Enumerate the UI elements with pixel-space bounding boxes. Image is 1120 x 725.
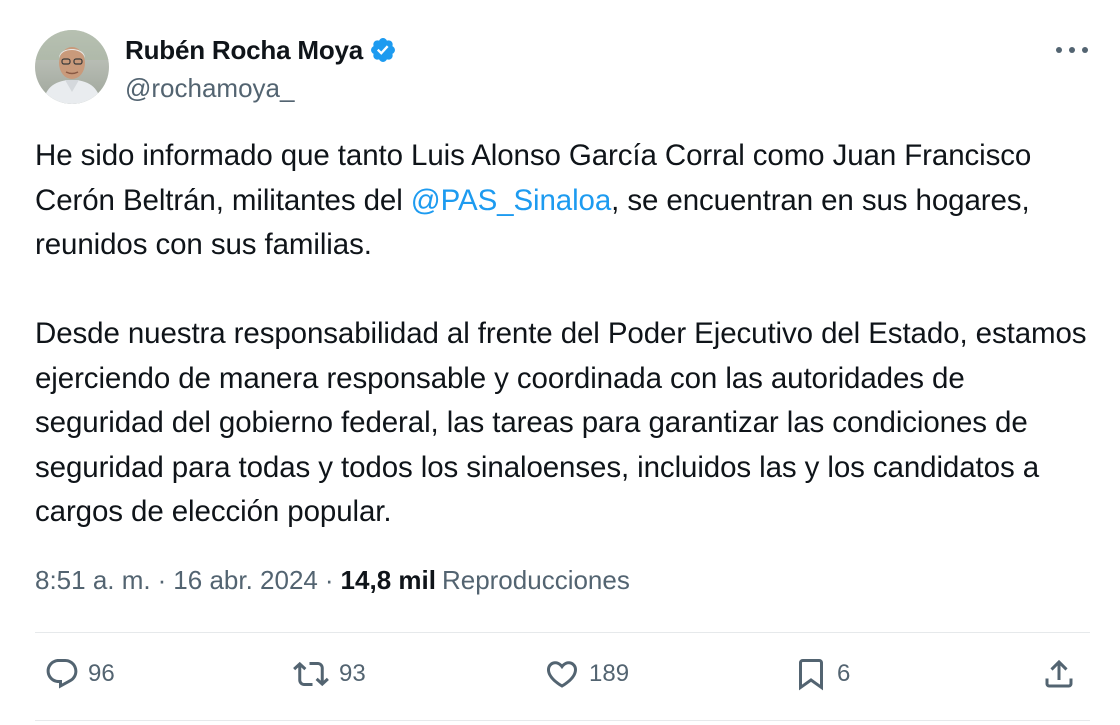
reply-count: 96: [88, 660, 115, 687]
dot: [1082, 47, 1088, 53]
views-label: Reproducciones: [441, 565, 630, 595]
tweet-date[interactable]: 16 abr. 2024: [173, 565, 318, 596]
tweet-time[interactable]: 8:51 a. m.: [35, 565, 151, 596]
tweet-text: He sido informado que tanto Luis Alonso …: [35, 134, 1095, 535]
divider: [35, 632, 1090, 633]
views-count: 14,8 mil: [340, 565, 436, 595]
repost-icon: [293, 661, 329, 687]
author-handle[interactable]: @rochamoya_: [125, 73, 294, 104]
tweet-paragraph-1: He sido informado que tanto Luis Alonso …: [35, 134, 1095, 268]
bookmark-count: 6: [837, 660, 851, 687]
avatar[interactable]: [35, 30, 109, 104]
tweet-card: Rubén Rocha Moya @rochamoya_ He sido inf…: [0, 0, 1120, 725]
bookmark-icon: [799, 659, 823, 691]
separator: ·: [157, 565, 167, 595]
bookmark-button[interactable]: 6: [793, 656, 850, 692]
dot: [1069, 47, 1075, 53]
divider: [35, 720, 1090, 721]
separator: ·: [324, 565, 334, 595]
like-button[interactable]: 189: [543, 656, 629, 692]
profile-photo-icon: [35, 30, 109, 104]
more-options-icon[interactable]: [1056, 40, 1088, 60]
mention-link[interactable]: @PAS_Sinaloa: [411, 184, 612, 217]
share-button[interactable]: [1041, 656, 1077, 692]
reply-button[interactable]: 96: [44, 656, 115, 692]
tweet-paragraph-2: Desde nuestra responsabilidad al frente …: [35, 317, 1087, 528]
dot: [1056, 47, 1062, 53]
repost-count: 93: [339, 660, 366, 687]
verified-badge-icon[interactable]: [369, 36, 397, 64]
repost-button[interactable]: 93: [291, 656, 366, 692]
tweet-meta: 8:51 a. m. · 16 abr. 2024 · 14,8 mil Rep…: [35, 565, 630, 596]
like-count: 189: [589, 660, 630, 687]
author-name-row: Rubén Rocha Moya: [125, 33, 397, 67]
share-icon: [1045, 659, 1073, 688]
heart-icon: [546, 661, 578, 688]
reply-icon: [46, 659, 78, 689]
author-display-name[interactable]: Rubén Rocha Moya: [125, 35, 363, 66]
